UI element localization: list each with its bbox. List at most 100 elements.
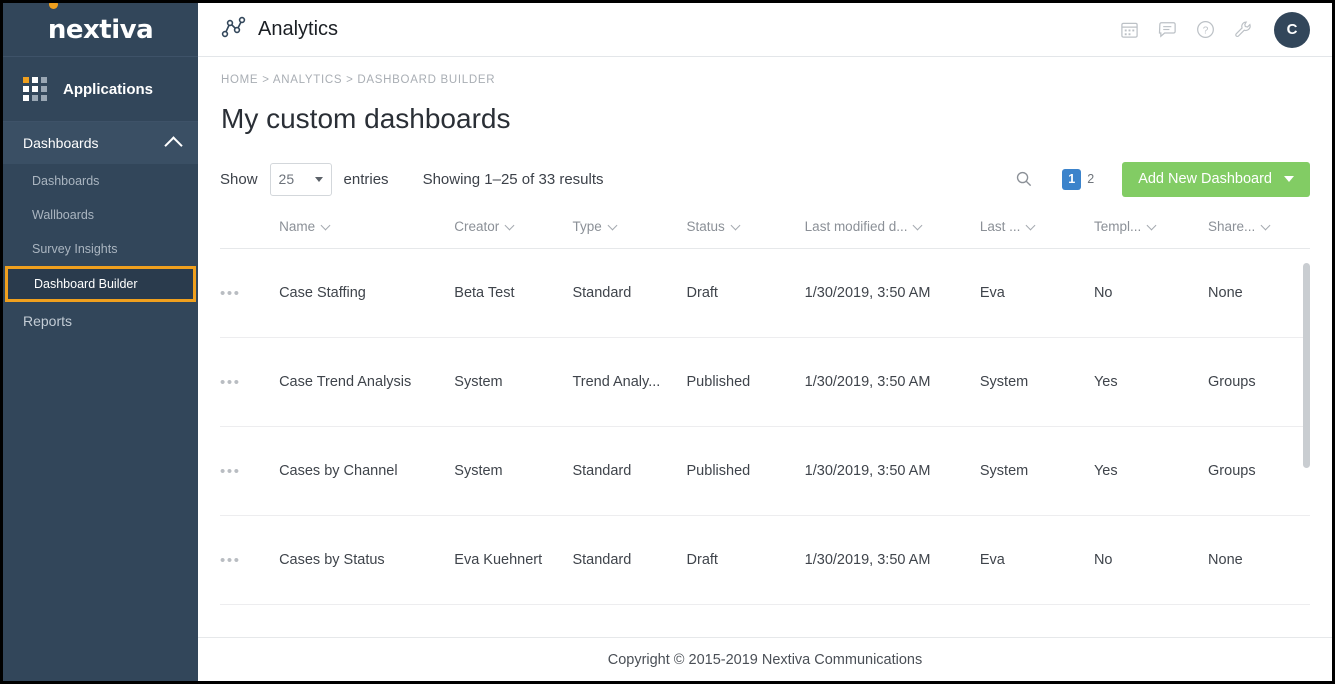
table-row[interactable]: •••Case Trend AnalysisSystemTrend Analy.… bbox=[220, 338, 1310, 427]
row-actions-cell: ••• bbox=[220, 338, 279, 427]
dashboards-table: Name Creator Type Status Last modified d… bbox=[220, 219, 1310, 605]
page-title: My custom dashboards bbox=[221, 103, 1310, 135]
chevron-down-icon bbox=[505, 220, 515, 230]
avatar-initial: C bbox=[1287, 21, 1298, 38]
entries-value: 25 bbox=[279, 171, 295, 187]
cell-type: Standard bbox=[572, 427, 686, 516]
app-title: Analytics bbox=[258, 18, 338, 41]
column-header-label: Share... bbox=[1208, 219, 1255, 234]
table-header-row: Name Creator Type Status Last modified d… bbox=[220, 219, 1310, 249]
row-actions-cell: ••• bbox=[220, 516, 279, 605]
cell-last: System bbox=[980, 338, 1094, 427]
show-label: Show bbox=[220, 171, 258, 188]
column-header-type[interactable]: Type bbox=[572, 219, 686, 249]
entries-per-page-select[interactable]: 25 bbox=[270, 163, 332, 196]
copyright-text: Copyright © 2015-2019 Nextiva Communicat… bbox=[608, 652, 923, 668]
cell-shared: Groups bbox=[1208, 427, 1310, 516]
column-header-label: Templ... bbox=[1094, 219, 1141, 234]
column-header-creator[interactable]: Creator bbox=[454, 219, 572, 249]
more-options-icon[interactable]: ••• bbox=[220, 374, 241, 391]
cell-modified: 1/30/2019, 3:50 AM bbox=[805, 249, 980, 338]
cell-template: Yes bbox=[1094, 338, 1208, 427]
sidebar-item-label: Dashboards bbox=[32, 174, 99, 188]
sidebar-item-label: Dashboard Builder bbox=[34, 277, 138, 291]
table-row[interactable]: •••Cases by StatusEva KuehnertStandardDr… bbox=[220, 516, 1310, 605]
cell-type: Trend Analy... bbox=[572, 338, 686, 427]
applications-label: Applications bbox=[63, 81, 153, 98]
cell-status: Draft bbox=[687, 249, 805, 338]
column-header-actions bbox=[220, 219, 279, 249]
table-toolbar: Show 25 entries Showing 1–25 of 33 resul… bbox=[220, 161, 1310, 197]
main-area: Analytics bbox=[198, 3, 1332, 681]
sidebar: nextiva Applications Dashboards Dashboar… bbox=[3, 3, 198, 681]
sidebar-item-dashboard-builder[interactable]: Dashboard Builder bbox=[5, 266, 196, 302]
breadcrumb[interactable]: HOME > ANALYTICS > DASHBOARD BUILDER bbox=[220, 57, 1310, 86]
calendar-icon[interactable] bbox=[1112, 13, 1146, 47]
column-header-last-modified-by[interactable]: Last ... bbox=[980, 219, 1094, 249]
top-bar: Analytics bbox=[198, 3, 1332, 57]
column-header-last-modified-date[interactable]: Last modified d... bbox=[805, 219, 980, 249]
entries-label: entries bbox=[344, 171, 389, 188]
sidebar-item-reports[interactable]: Reports bbox=[3, 302, 198, 340]
cell-creator: System bbox=[454, 338, 572, 427]
add-new-dashboard-label: Add New Dashboard bbox=[1138, 171, 1272, 187]
column-header-name[interactable]: Name bbox=[279, 219, 454, 249]
column-header-template[interactable]: Templ... bbox=[1094, 219, 1208, 249]
chevron-down-icon bbox=[1147, 220, 1157, 230]
cell-modified: 1/30/2019, 3:50 AM bbox=[805, 338, 980, 427]
cell-type: Standard bbox=[572, 249, 686, 338]
avatar[interactable]: C bbox=[1274, 12, 1310, 48]
cell-modified: 1/30/2019, 3:50 AM bbox=[805, 427, 980, 516]
svg-text:?: ? bbox=[1202, 26, 1208, 37]
chevron-down-icon bbox=[321, 220, 331, 230]
footer: Copyright © 2015-2019 Nextiva Communicat… bbox=[198, 637, 1332, 681]
search-icon[interactable] bbox=[1010, 165, 1038, 193]
chevron-down-icon bbox=[730, 220, 740, 230]
sidebar-item-label: Reports bbox=[23, 313, 72, 329]
help-circle-icon[interactable]: ? bbox=[1188, 13, 1222, 47]
cell-type: Standard bbox=[572, 516, 686, 605]
cell-status: Published bbox=[687, 338, 805, 427]
table-body: •••Case StaffingBeta TestStandardDraft1/… bbox=[220, 249, 1310, 605]
sidebar-item-survey-insights[interactable]: Survey Insights bbox=[3, 232, 198, 266]
sidebar-section-dashboards[interactable]: Dashboards bbox=[3, 122, 198, 164]
table-row[interactable]: •••Cases by ChannelSystemStandardPublish… bbox=[220, 427, 1310, 516]
results-summary: Showing 1–25 of 33 results bbox=[423, 171, 604, 188]
cell-status: Published bbox=[687, 427, 805, 516]
cell-name: Cases by Channel bbox=[279, 427, 454, 516]
more-options-icon[interactable]: ••• bbox=[220, 463, 241, 480]
add-new-dashboard-button[interactable]: Add New Dashboard bbox=[1122, 162, 1310, 197]
chevron-up-icon bbox=[164, 136, 182, 154]
pagination-page-1[interactable]: 1 bbox=[1062, 169, 1081, 190]
chevron-down-icon bbox=[913, 220, 923, 230]
column-header-label: Last ... bbox=[980, 219, 1021, 234]
chevron-down-icon bbox=[315, 177, 323, 182]
chevron-down-icon bbox=[607, 220, 617, 230]
cell-name: Case Trend Analysis bbox=[279, 338, 454, 427]
page-content: HOME > ANALYTICS > DASHBOARD BUILDER My … bbox=[198, 57, 1332, 637]
table-row[interactable]: •••Case StaffingBeta TestStandardDraft1/… bbox=[220, 249, 1310, 338]
wrench-icon[interactable] bbox=[1226, 13, 1260, 47]
chevron-down-icon bbox=[1284, 176, 1294, 182]
chat-bubble-icon[interactable] bbox=[1150, 13, 1184, 47]
cell-modified: 1/30/2019, 3:50 AM bbox=[805, 516, 980, 605]
more-options-icon[interactable]: ••• bbox=[220, 285, 241, 302]
cell-shared: Groups bbox=[1208, 338, 1310, 427]
sidebar-item-wallboards[interactable]: Wallboards bbox=[3, 198, 198, 232]
cell-last: Eva bbox=[980, 249, 1094, 338]
column-header-label: Status bbox=[687, 219, 725, 234]
table-scrollbar-thumb[interactable] bbox=[1303, 263, 1310, 468]
column-header-status[interactable]: Status bbox=[687, 219, 805, 249]
applications-button[interactable]: Applications bbox=[3, 57, 198, 122]
column-header-shared[interactable]: Share... bbox=[1208, 219, 1310, 249]
cell-template: No bbox=[1094, 249, 1208, 338]
more-options-icon[interactable]: ••• bbox=[220, 552, 241, 569]
brand-logo-text: nextiva bbox=[48, 15, 153, 45]
pagination-page-2[interactable]: 2 bbox=[1081, 169, 1100, 190]
sidebar-item-dashboards[interactable]: Dashboards bbox=[3, 164, 198, 198]
apps-grid-icon bbox=[23, 77, 47, 101]
column-header-label: Name bbox=[279, 219, 315, 234]
cell-status: Draft bbox=[687, 516, 805, 605]
brand-logo[interactable]: nextiva bbox=[3, 3, 198, 57]
sidebar-item-label: Wallboards bbox=[32, 208, 94, 222]
